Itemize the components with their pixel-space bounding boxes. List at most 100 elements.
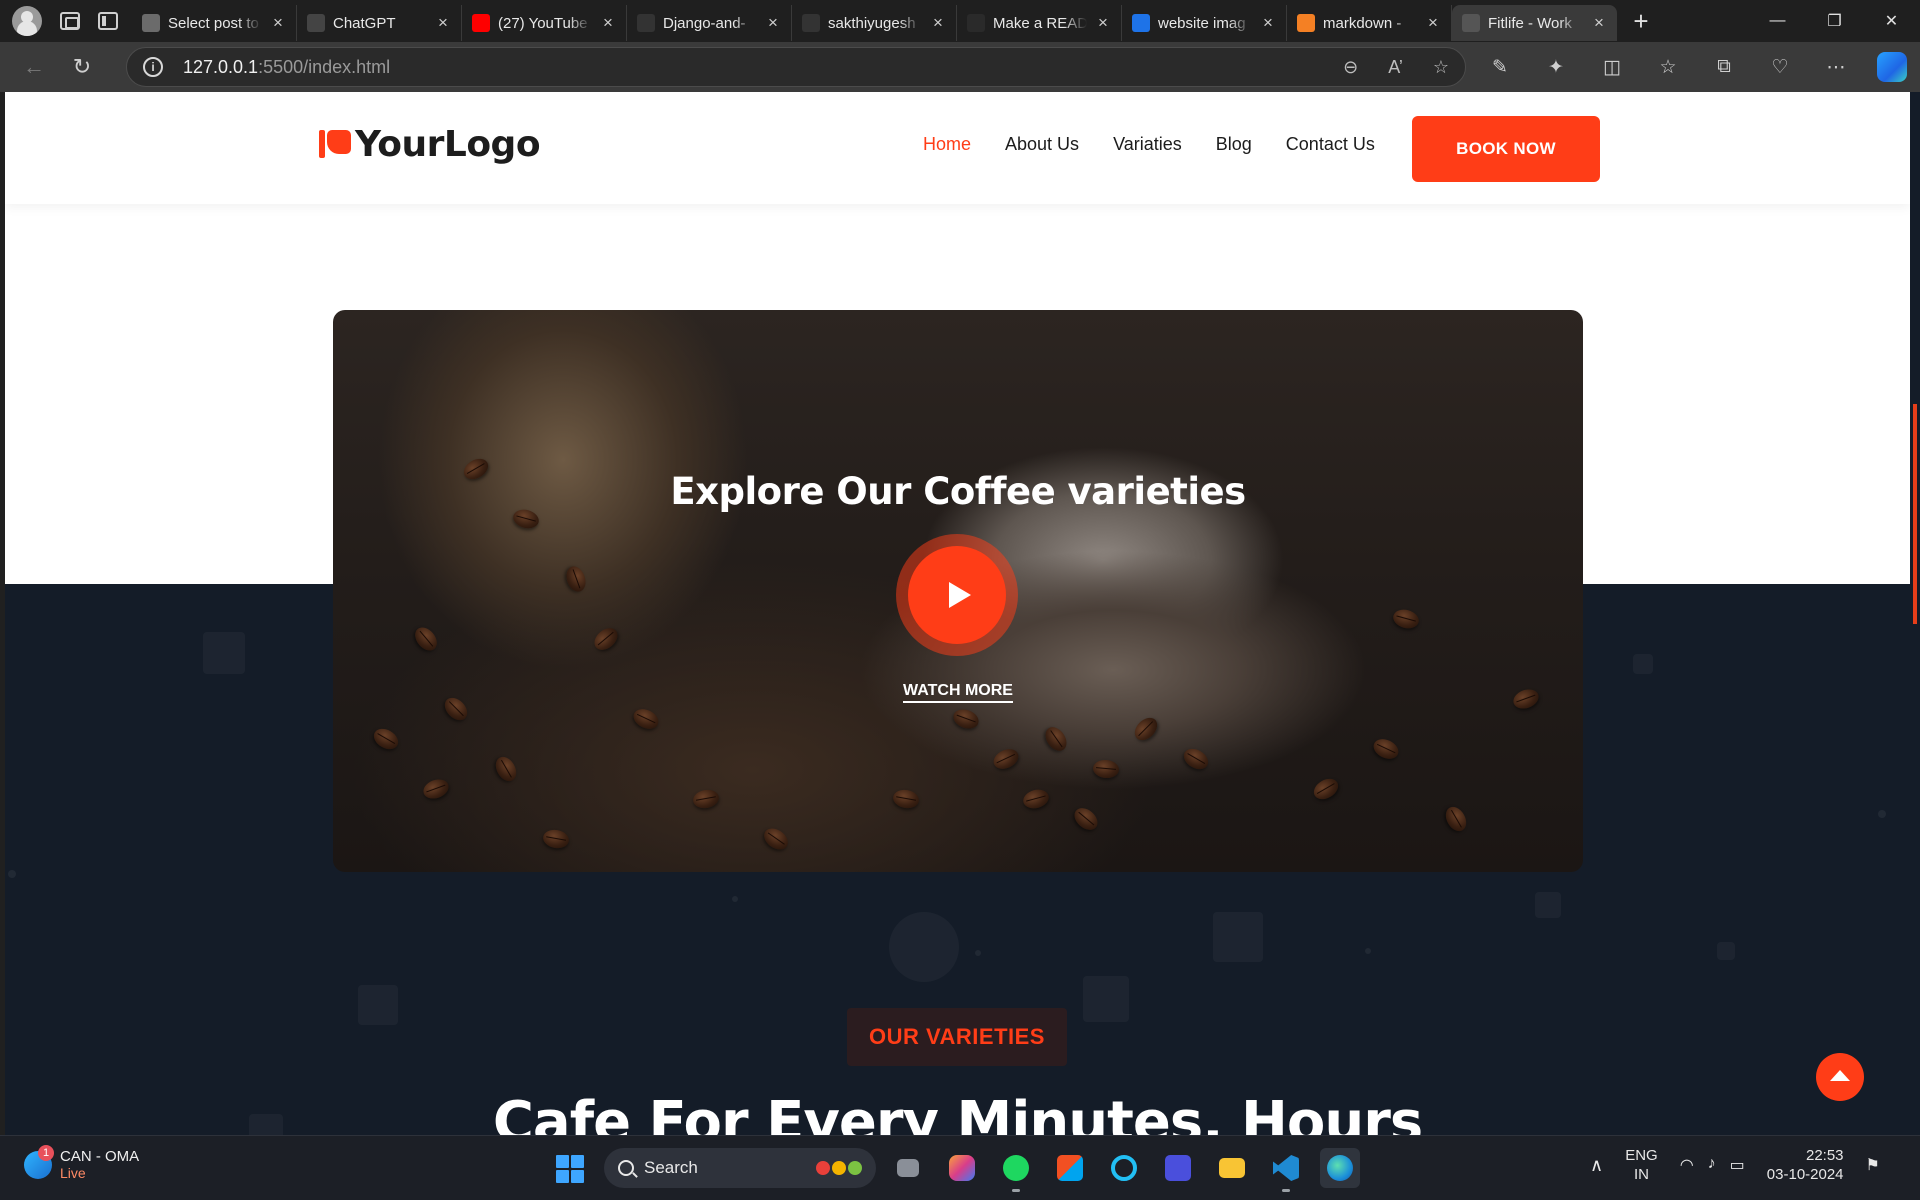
spotify-icon[interactable] — [996, 1148, 1036, 1192]
close-tab-icon[interactable]: × — [600, 13, 616, 33]
nav-link-contact-us[interactable]: Contact Us — [1286, 134, 1375, 155]
quick-settings[interactable]: ◠ ♪ ▭ — [1680, 1155, 1745, 1175]
task-view-icon[interactable] — [888, 1148, 928, 1188]
favorites-icon[interactable]: ☆ — [1646, 47, 1690, 87]
document-icon — [142, 14, 160, 32]
browser-tab[interactable]: ChatGPT × — [297, 5, 462, 41]
browser-tab[interactable]: website imag × — [1122, 5, 1287, 41]
browser-tab[interactable]: Make a READ × — [957, 5, 1122, 41]
eyedropper-extension-icon[interactable]: ✎ — [1478, 47, 1522, 87]
start-menu-icon[interactable] — [556, 1155, 584, 1183]
file-explorer-icon[interactable] — [1212, 1148, 1252, 1188]
nav-link-variaties[interactable]: Variaties — [1113, 134, 1182, 155]
close-tab-icon[interactable]: × — [1095, 13, 1111, 33]
close-tab-icon[interactable]: × — [435, 13, 451, 33]
edge-browser-icon[interactable] — [1320, 1148, 1360, 1188]
minimize-icon[interactable]: — — [1749, 0, 1806, 42]
read-aloud-icon[interactable]: A’ — [1388, 57, 1403, 78]
refresh-icon[interactable]: ↻ — [60, 47, 104, 87]
wifi-icon: ◠ — [1679, 1157, 1694, 1174]
site-logo[interactable]: YourLogo — [319, 124, 541, 165]
browser-tab[interactable]: Django-and- × — [627, 5, 792, 41]
nav-link-home[interactable]: Home — [923, 134, 971, 155]
decor-square — [358, 985, 398, 1025]
broadcast-icon — [1462, 14, 1480, 32]
back-icon[interactable]: ← — [12, 47, 56, 87]
workspaces-icon[interactable] — [60, 12, 80, 30]
coffee-bean — [630, 705, 662, 733]
coffee-video-card[interactable]: Explore Our Coffee varieties WATCH MORE — [333, 310, 1583, 872]
vscode-icon[interactable] — [1266, 1148, 1306, 1192]
browser-tab[interactable]: Select post to × — [132, 5, 297, 41]
notifications-icon[interactable]: ⚑ — [1866, 1155, 1880, 1175]
page-scrollbar[interactable] — [1910, 92, 1920, 1135]
play-button[interactable] — [896, 534, 1018, 656]
decor-dot — [732, 896, 738, 902]
copilot-icon[interactable] — [1877, 52, 1907, 82]
language-indicator[interactable]: ENG IN — [1625, 1146, 1658, 1184]
coffee-bean — [1441, 803, 1471, 835]
collections-icon[interactable]: ⧉ — [1702, 47, 1746, 87]
search-icon — [618, 1160, 634, 1176]
coffee-bean — [420, 776, 452, 802]
close-tab-icon[interactable]: × — [930, 13, 946, 33]
watch-more-link[interactable]: WATCH MORE — [903, 682, 1013, 703]
tab-title: markdown - — [1323, 14, 1402, 32]
scroll-to-top-button[interactable] — [1816, 1053, 1864, 1101]
coffee-bean — [691, 787, 721, 811]
browser-essentials-icon[interactable]: ♡ — [1758, 47, 1802, 87]
ai-app-icon[interactable] — [1158, 1148, 1198, 1188]
split-screen-icon[interactable]: ◫ — [1590, 47, 1634, 87]
close-tab-icon[interactable]: × — [1425, 13, 1441, 33]
close-tab-icon[interactable]: × — [765, 13, 781, 33]
decor-square — [1535, 892, 1561, 918]
close-tab-icon[interactable]: × — [270, 13, 286, 33]
browser-tab[interactable]: Fitlife - Work × — [1452, 5, 1617, 41]
nav-link-about-us[interactable]: About Us — [1005, 134, 1079, 155]
alexa-icon[interactable] — [1104, 1148, 1144, 1188]
address-bar[interactable]: i 127.0.0.1:5500/index.html ⊖ A’ ☆ — [126, 47, 1466, 87]
main-nav: Home About Us Variaties Blog Contact Us — [923, 134, 1375, 155]
decor-square — [1083, 976, 1129, 1022]
clock[interactable]: 22:53 03-10-2024 — [1767, 1146, 1844, 1184]
browser-tab[interactable]: markdown - × — [1287, 5, 1452, 41]
close-tab-icon[interactable]: × — [1260, 13, 1276, 33]
profile-avatar-icon[interactable] — [12, 6, 42, 36]
book-now-button[interactable]: BOOK NOW — [1412, 116, 1600, 182]
tab-actions-icon[interactable] — [98, 12, 118, 30]
copilot-app-icon[interactable] — [942, 1148, 982, 1188]
more-menu-icon[interactable]: ⋯ — [1814, 47, 1858, 87]
tab-title: Make a READ — [993, 14, 1087, 32]
close-window-icon[interactable]: ✕ — [1863, 0, 1920, 42]
decor-square — [203, 632, 245, 674]
weather-widget[interactable]: 1 CAN - OMA Live — [24, 1144, 139, 1181]
decor-dot — [975, 950, 981, 956]
os-taskbar: 1 CAN - OMA Live Search ∧ ENG IN ◠ ♪ ▭ 2… — [0, 1135, 1920, 1200]
url-path: :5500/index.html — [258, 56, 391, 77]
close-tab-icon[interactable]: × — [1591, 13, 1607, 33]
browser-tab[interactable]: (27) YouTube × — [462, 5, 627, 41]
show-hidden-icons-icon[interactable]: ∧ — [1590, 1155, 1603, 1176]
new-tab-button[interactable]: + — [1621, 3, 1661, 39]
restore-icon[interactable]: ❐ — [1806, 0, 1863, 42]
coffee-bean — [1391, 606, 1421, 632]
coffee-bean — [1041, 723, 1071, 755]
browser-tab[interactable]: sakthiyugesh × — [792, 5, 957, 41]
section-heading: Cafe For Every Minutes, Hours — [492, 1090, 1423, 1135]
scrollbar-thumb[interactable] — [1913, 404, 1917, 624]
extensions-puzzle-icon[interactable]: ✦ — [1534, 47, 1578, 87]
taskbar-search[interactable]: Search — [604, 1148, 876, 1188]
page-viewport: YourLogo Home About Us Variaties Blog Contac… — [5, 92, 1910, 1135]
zoom-icon[interactable]: ⊖ — [1343, 57, 1358, 78]
coffee-bean — [1092, 758, 1120, 780]
site-info-icon[interactable]: i — [143, 57, 163, 77]
coffee-bean — [563, 563, 589, 595]
tab-title: ChatGPT — [333, 14, 396, 32]
favorite-star-icon[interactable]: ☆ — [1433, 57, 1449, 78]
coffee-bean — [1180, 744, 1212, 774]
nav-link-blog[interactable]: Blog — [1216, 134, 1252, 155]
microsoft-store-icon[interactable] — [1050, 1148, 1090, 1188]
logo-mark-icon — [319, 128, 353, 162]
tab-title: sakthiyugesh — [828, 14, 916, 32]
tab-title: (27) YouTube — [498, 14, 588, 32]
